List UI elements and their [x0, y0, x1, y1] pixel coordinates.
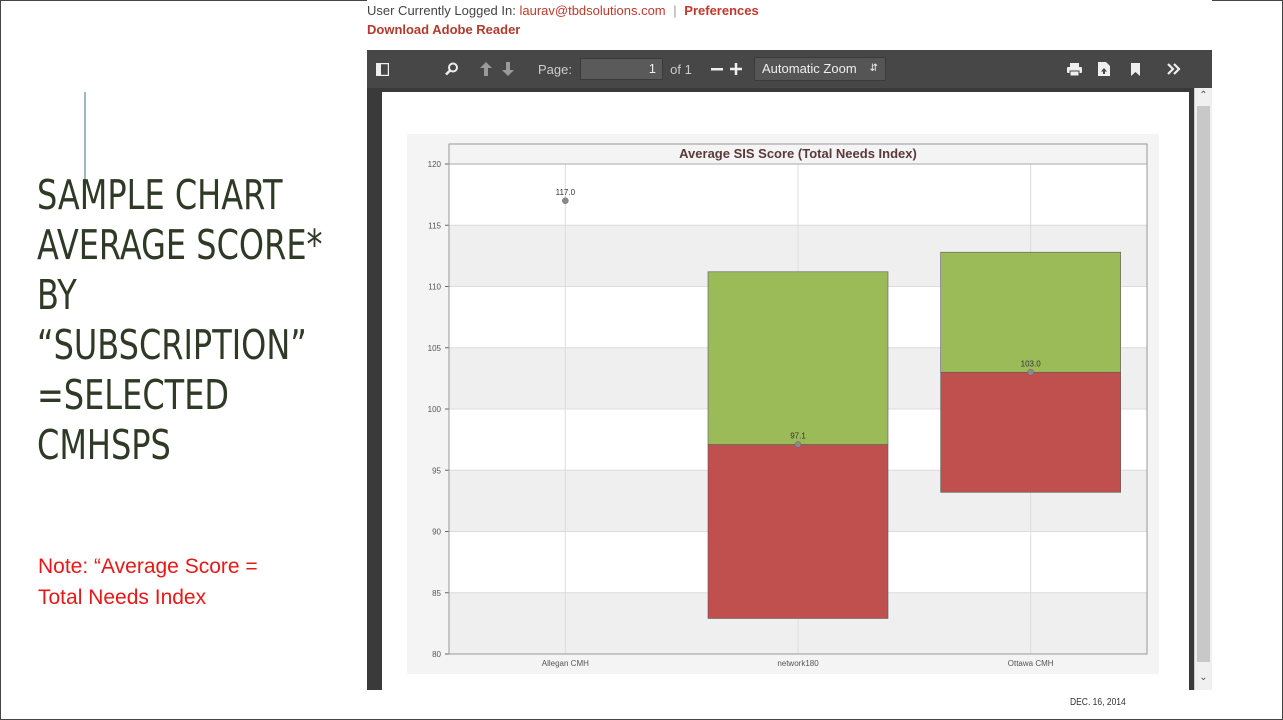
sidebar-toggle-icon[interactable]: [372, 50, 392, 88]
title-line: Average Score*: [37, 221, 323, 269]
y-tick-label: 80: [432, 650, 441, 659]
data-point: [562, 197, 569, 204]
chart-title: Average SIS Score (Total Needs Index): [679, 146, 917, 161]
vertical-scrollbar[interactable]: ⌃ ⌄: [1194, 88, 1212, 690]
y-tick-label: 95: [432, 466, 441, 475]
scroll-down-icon[interactable]: ⌄: [1195, 670, 1212, 686]
title-line: by: [37, 271, 77, 319]
data-label: 97.1: [790, 432, 806, 441]
y-tick-label: 115: [428, 221, 441, 230]
search-icon[interactable]: [442, 50, 462, 88]
title-line: =Selected: [37, 371, 230, 419]
x-tick-label: Ottawa CMH: [1008, 659, 1054, 668]
title-line: Sample Chart: [37, 171, 283, 219]
zoom-select-value: Automatic Zoom: [762, 61, 857, 76]
slide-note: Note: “Average Score = Total Needs Index: [38, 555, 258, 609]
bar-segment: [707, 444, 889, 619]
pdf-viewer: 80 85 90 95 100 105 110 115 120 117.0 97.1 103.0 All…: [367, 88, 1212, 690]
title-line: CMHSPs: [37, 421, 171, 469]
bar-segment: [940, 251, 1121, 373]
login-status: User Currently Logged In: laurav@tbdsolu…: [367, 3, 759, 18]
download-adobe-reader-link[interactable]: Download Adobe Reader: [367, 22, 520, 37]
y-tick-label: 105: [428, 344, 442, 353]
x-tick-label: network180: [777, 659, 819, 668]
pdf-toolbar: Page: 1 of 1 Automatic Zoom ⇵: [367, 50, 1212, 88]
y-tick-label: 90: [432, 528, 441, 537]
bar-segment: [707, 271, 889, 445]
select-caret-icon: ⇵: [869, 63, 878, 74]
zoom-select[interactable]: Automatic Zoom ⇵: [754, 57, 886, 81]
pdf-page: 80 85 90 95 100 105 110 115 120 117.0 97.1 103.0 All…: [382, 92, 1189, 690]
data-point: [1027, 369, 1034, 376]
y-tick-label: 85: [432, 589, 441, 598]
bar-segment: [940, 371, 1121, 493]
data-label: 103.0: [1021, 359, 1042, 368]
slide-title: Sample Chart Average Score* by “Subscrip…: [37, 170, 323, 470]
chart: 80 85 90 95 100 105 110 115 120 117.0 97.1 103.0 All…: [407, 134, 1159, 674]
data-point: [794, 441, 802, 448]
scroll-up-icon[interactable]: ⌃: [1195, 88, 1212, 104]
y-tick-label: 100: [428, 405, 442, 414]
x-tick-label: Allegan CMH: [542, 659, 589, 668]
browser-screenshot: User Currently Logged In: laurav@tbdsolu…: [367, 0, 1212, 690]
y-tick-label: 110: [428, 283, 441, 292]
page-label: Page:: [538, 61, 572, 77]
previous-page-icon[interactable]: [476, 50, 496, 88]
login-prefix: User Currently Logged In:: [367, 3, 516, 18]
page-number-input[interactable]: 1: [580, 58, 663, 80]
preferences-link[interactable]: Preferences: [684, 3, 758, 18]
download-icon[interactable]: [1094, 50, 1114, 88]
bookmark-icon[interactable]: [1125, 50, 1145, 88]
login-separator: |: [673, 3, 677, 18]
zoom-in-icon[interactable]: [728, 50, 744, 88]
zoom-out-icon[interactable]: [709, 50, 725, 88]
browser-header: User Currently Logged In: laurav@tbdsolu…: [367, 0, 1212, 50]
data-label: 117.0: [556, 188, 576, 197]
login-email-link[interactable]: laurav@tbdsolutions.com: [519, 3, 665, 18]
next-page-icon[interactable]: [498, 50, 518, 88]
tools-menu-icon[interactable]: [1159, 50, 1189, 88]
title-line: “Subscription”: [37, 321, 307, 369]
y-tick-label: 120: [428, 160, 442, 169]
scroll-thumb[interactable]: [1197, 106, 1210, 662]
page-total: of 1: [670, 61, 692, 77]
footer-date: DEC. 16, 2014: [1070, 697, 1126, 708]
print-icon[interactable]: [1064, 50, 1084, 88]
